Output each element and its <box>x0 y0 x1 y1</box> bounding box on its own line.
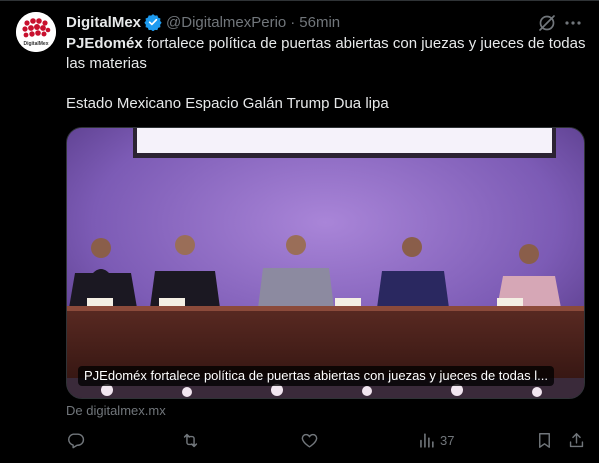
avatar-logo-text: DigitalMex <box>23 41 48 47</box>
top-divider <box>0 0 599 1</box>
share-icon <box>569 432 584 447</box>
post-text-rest: fortalece política de puertas abiertas c… <box>66 35 586 72</box>
views-button[interactable]: 37 <box>417 430 454 450</box>
media-caption[interactable]: PJEdoméx fortalece política de puertas a… <box>78 366 554 386</box>
digitalmex-logo-icon: DigitalMex <box>16 12 56 52</box>
author-handle[interactable]: @DigitalmexPerio <box>166 14 286 31</box>
post-text-line: PJEdoméx fortalece política de puertas a… <box>66 34 586 74</box>
repost-button[interactable] <box>181 430 200 450</box>
avatar[interactable]: DigitalMex <box>16 12 56 52</box>
post-actions: 37 <box>66 430 586 452</box>
author-name[interactable]: DigitalMex <box>66 14 141 31</box>
link-source[interactable]: De digitalmex.mx <box>66 403 166 418</box>
post-text-bold[interactable]: PJEdoméx <box>66 35 143 52</box>
post-tags-line: Estado Mexicano Espacio Galán Trump Dua … <box>66 95 389 112</box>
reply-button[interactable] <box>66 430 85 450</box>
post-header: DigitalMex @DigitalmexPerio · 56min <box>66 12 340 32</box>
separator-dot: · <box>290 13 296 31</box>
post-timestamp[interactable]: 56min <box>299 14 340 31</box>
post-media-image[interactable] <box>66 127 585 399</box>
reply-icon <box>68 432 85 448</box>
views-count: 37 <box>440 432 455 448</box>
grok-icon[interactable] <box>537 13 557 33</box>
bookmark-icon <box>539 432 550 448</box>
repost-icon <box>183 433 198 447</box>
heart-icon <box>301 433 318 448</box>
bookmark-button[interactable] <box>535 430 554 450</box>
post-text: PJEdoméx fortalece política de puertas a… <box>66 34 586 114</box>
more-options-icon[interactable] <box>563 13 583 33</box>
verified-badge-icon <box>144 13 162 31</box>
like-button[interactable] <box>300 430 319 450</box>
press-conference-photo <box>67 128 584 398</box>
views-icon <box>420 432 434 448</box>
share-button[interactable] <box>567 430 586 450</box>
